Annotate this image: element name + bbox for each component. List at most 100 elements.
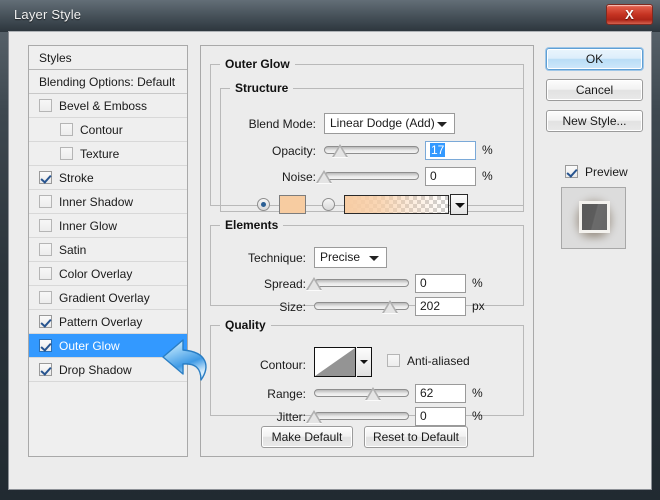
close-button[interactable]: X	[606, 4, 653, 25]
noise-slider-track	[324, 172, 419, 180]
style-checkbox-contour[interactable]	[60, 123, 73, 136]
dialog-client-area: Styles Blending Options: Default Bevel &…	[8, 31, 652, 490]
style-row-contour[interactable]: Contour	[29, 118, 187, 142]
technique-label: Technique:	[247, 251, 306, 265]
style-row-color-overlay[interactable]: Color Overlay	[29, 262, 187, 286]
blending-options-row[interactable]: Blending Options: Default	[29, 70, 187, 94]
style-row-satin[interactable]: Satin	[29, 238, 187, 262]
gradient-picker-button[interactable]	[450, 194, 468, 215]
spread-value: 0	[420, 276, 427, 290]
technique-select[interactable]: Precise	[314, 247, 387, 268]
range-slider-thumb[interactable]	[364, 387, 381, 400]
style-row-label: Stroke	[59, 171, 94, 185]
style-row-label: Outer Glow	[59, 339, 120, 353]
style-row-texture[interactable]: Texture	[29, 142, 187, 166]
style-row-outer-glow[interactable]: Outer Glow	[29, 334, 187, 358]
style-checkbox-bevel-emboss[interactable]	[39, 99, 52, 112]
range-input[interactable]: 62	[415, 384, 466, 403]
size-value: 202	[420, 299, 441, 313]
blend-mode-select[interactable]: Linear Dodge (Add)	[324, 113, 455, 134]
size-unit: px	[472, 299, 485, 313]
style-checkbox-inner-glow[interactable]	[39, 219, 52, 232]
blend-mode-label: Blend Mode:	[248, 117, 316, 131]
style-checkbox-outer-glow[interactable]	[39, 339, 52, 352]
window-title: Layer Style	[14, 7, 82, 22]
range-value: 62	[420, 386, 434, 400]
noise-slider-thumb[interactable]	[316, 170, 332, 183]
structure-group-title: Structure	[235, 81, 289, 95]
jitter-unit: %	[472, 409, 483, 423]
glow-color-radio[interactable]	[257, 198, 270, 211]
technique-value: Precise	[320, 250, 361, 264]
glow-color-swatch[interactable]	[279, 195, 306, 214]
spread-slider-track	[314, 279, 409, 287]
opacity-slider[interactable]	[324, 143, 419, 159]
noise-input[interactable]: 0	[425, 167, 476, 186]
jitter-slider-track	[314, 412, 409, 420]
noise-slider[interactable]	[316, 169, 419, 185]
structure-group: Structure Blend Mode: Linear Dodge (Add)…	[220, 81, 524, 215]
style-row-label: Bevel & Emboss	[59, 99, 148, 113]
elements-group-title: Elements	[225, 218, 279, 232]
glow-gradient-radio[interactable]	[322, 198, 335, 211]
style-row-inner-glow[interactable]: Inner Glow	[29, 214, 187, 238]
style-row-label: Inner Shadow	[59, 195, 134, 209]
size-slider-thumb[interactable]	[382, 300, 398, 313]
outer-glow-group: Outer Glow Structure Blend Mode: Linear …	[210, 57, 524, 215]
style-row-inner-shadow[interactable]: Inner Shadow	[29, 190, 187, 214]
anti-aliased-row[interactable]: Anti-aliased	[387, 354, 470, 368]
styles-list-header: Styles	[29, 46, 187, 70]
style-preview-thumbnail	[561, 187, 626, 249]
style-row-label: Contour	[80, 123, 123, 137]
chevron-down-icon	[437, 122, 447, 127]
range-slider[interactable]	[314, 386, 409, 402]
style-row-label: Pattern Overlay	[59, 315, 143, 329]
style-checkbox-satin[interactable]	[39, 243, 52, 256]
spread-slider[interactable]	[306, 276, 409, 292]
style-checkbox-drop-shadow[interactable]	[39, 363, 52, 376]
style-row-label: Color Overlay	[59, 267, 133, 281]
style-checkbox-inner-shadow[interactable]	[39, 195, 52, 208]
style-checkbox-gradient-overlay[interactable]	[39, 291, 52, 304]
preview-checkbox[interactable]	[565, 165, 578, 178]
make-default-button[interactable]: Make Default	[261, 426, 353, 448]
style-row-label: Texture	[80, 147, 120, 161]
size-input[interactable]: 202	[415, 297, 466, 316]
outer-glow-group-title: Outer Glow	[225, 57, 290, 71]
reset-to-default-button[interactable]: Reset to Default	[364, 426, 468, 448]
spread-slider-thumb[interactable]	[306, 277, 322, 290]
preview-label: Preview	[585, 165, 628, 179]
size-slider[interactable]	[314, 299, 409, 315]
ok-button[interactable]: OK	[546, 48, 643, 70]
style-checkbox-color-overlay[interactable]	[39, 267, 52, 280]
spread-input[interactable]: 0	[415, 274, 466, 293]
new-style-button[interactable]: New Style...	[546, 110, 643, 132]
jitter-slider-thumb[interactable]	[306, 410, 322, 423]
chevron-down-icon	[360, 360, 368, 364]
opacity-slider-thumb[interactable]	[332, 144, 349, 157]
cancel-button[interactable]: Cancel	[546, 79, 643, 101]
contour-curve-icon	[315, 348, 355, 376]
style-checkbox-texture[interactable]	[60, 147, 73, 160]
style-row-stroke[interactable]: Stroke	[29, 166, 187, 190]
jitter-slider[interactable]	[306, 409, 409, 425]
preview-checkbox-row[interactable]: Preview	[565, 165, 628, 179]
anti-aliased-label: Anti-aliased	[407, 354, 470, 368]
style-row-pattern-overlay[interactable]: Pattern Overlay	[29, 310, 187, 334]
style-row-gradient-overlay[interactable]: Gradient Overlay	[29, 286, 187, 310]
contour-preview[interactable]	[314, 347, 356, 377]
range-label: Range:	[267, 387, 306, 401]
style-checkbox-stroke[interactable]	[39, 171, 52, 184]
glow-gradient-swatch[interactable]	[344, 195, 449, 214]
noise-unit: %	[482, 169, 493, 183]
opacity-unit: %	[482, 143, 493, 157]
contour-picker-button[interactable]	[357, 347, 372, 377]
jitter-input[interactable]: 0	[415, 407, 466, 426]
range-slider-track	[314, 389, 409, 397]
anti-aliased-checkbox[interactable]	[387, 354, 400, 367]
style-row-label: Inner Glow	[59, 219, 118, 233]
style-row-bevel-emboss[interactable]: Bevel & Emboss	[29, 94, 187, 118]
opacity-input[interactable]: 17	[425, 141, 476, 160]
style-checkbox-pattern-overlay[interactable]	[39, 315, 52, 328]
style-row-drop-shadow[interactable]: Drop Shadow	[29, 358, 187, 382]
